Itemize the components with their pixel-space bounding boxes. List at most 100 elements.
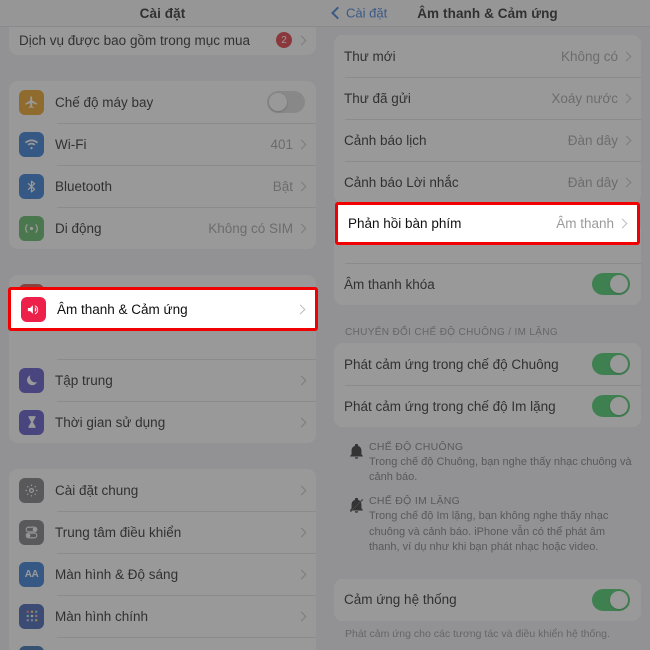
haptics-silent-mode-toggle[interactable] bbox=[592, 395, 630, 417]
chevron-left-icon bbox=[331, 6, 344, 20]
chevron-right-icon bbox=[296, 417, 307, 427]
display-brightness-label: Màn hình & Độ sáng bbox=[55, 566, 179, 582]
highlight-box-keyboard-feedback[interactable]: Phản hồi bàn phím Âm thanh bbox=[335, 202, 640, 245]
list-item-lock-sound[interactable]: Âm thanh khóa bbox=[334, 263, 641, 305]
list-item-haptics-silent-mode[interactable]: Phát cảm ứng trong chế độ Im lặng bbox=[334, 385, 641, 427]
focus-label: Tập trung bbox=[55, 372, 113, 388]
list-item-cellular[interactable]: Di động Không có SIM bbox=[9, 207, 316, 249]
status-badge: 2 bbox=[276, 32, 292, 48]
info-ring-text: Trong chế độ Chuông, bạn nghe thấy nhạc … bbox=[369, 456, 632, 484]
list-item-keyboard-feedback[interactable]: Phản hồi bàn phím Âm thanh bbox=[338, 205, 637, 242]
list-item-bluetooth[interactable]: Bluetooth Bật bbox=[9, 165, 316, 207]
sent-mail-value: Xoáy nước bbox=[551, 90, 618, 106]
calendar-alerts-label: Cảnh báo lịch bbox=[344, 132, 427, 148]
chevron-right-icon bbox=[296, 223, 307, 233]
left-page-title: Cài đặt bbox=[139, 5, 186, 21]
list-item-control-center[interactable]: Trung tâm điều khiển bbox=[9, 511, 316, 553]
bluetooth-icon bbox=[19, 173, 44, 199]
system-haptics-card: Cảm ứng hệ thống bbox=[334, 578, 641, 621]
highlight-box-sounds-haptics[interactable]: Âm thanh & Cảm ứng bbox=[8, 287, 318, 331]
list-item-general[interactable]: Cài đặt chung bbox=[9, 469, 316, 511]
general-label: Cài đặt chung bbox=[55, 482, 139, 498]
new-mail-value: Không có bbox=[560, 48, 618, 64]
system-haptics-label: Cảm ứng hệ thống bbox=[344, 592, 457, 608]
list-item-sent-mail[interactable]: Thư đã gửi Xoáy nước bbox=[334, 77, 641, 119]
chevron-right-icon bbox=[617, 218, 628, 229]
list-item-reminder-alerts[interactable]: Cảnh báo Lời nhắc Đàn dây bbox=[334, 161, 641, 203]
included-services-label: Dịch vụ được bao gồm trong mục mua bbox=[19, 32, 250, 48]
chevron-right-icon bbox=[621, 93, 632, 103]
moon-focus-icon bbox=[19, 367, 44, 393]
bluetooth-label: Bluetooth bbox=[55, 178, 113, 194]
home-screen-icon bbox=[19, 603, 44, 629]
wifi-value: 401 bbox=[270, 136, 293, 152]
accessibility-icon bbox=[19, 645, 44, 650]
home-screen-label: Màn hình chính bbox=[55, 608, 149, 624]
list-item-accessibility[interactable]: Trợ năng bbox=[9, 637, 316, 650]
screen-time-label: Thời gian sử dụng bbox=[55, 414, 166, 430]
chevron-right-icon bbox=[296, 375, 307, 385]
cellular-value: Không có SIM bbox=[208, 220, 293, 236]
connectivity-card: Chế độ máy bay Wi-Fi 401 Bluetooth Bật D… bbox=[9, 81, 316, 249]
gear-icon bbox=[19, 477, 44, 503]
haptics-silent-mode-label: Phát cảm ứng trong chế độ Im lặng bbox=[344, 398, 556, 414]
airplane-mode-toggle[interactable] bbox=[267, 91, 305, 113]
right-scroll-area[interactable]: Thư mới Không có Thư đã gửi Xoáy nước Cả… bbox=[325, 27, 650, 650]
control-center-icon bbox=[19, 519, 44, 545]
haptics-ring-mode-toggle[interactable] bbox=[592, 353, 630, 375]
list-item-home-screen[interactable]: Màn hình chính bbox=[9, 595, 316, 637]
back-button[interactable]: Cài đặt bbox=[331, 6, 387, 21]
info-silent-text: Trong chế độ Im lặng, bạn không nghe thấ… bbox=[369, 510, 609, 553]
sounds-card: Thư mới Không có Thư đã gửi Xoáy nước Cả… bbox=[334, 35, 641, 203]
bell-slash-icon bbox=[343, 495, 369, 555]
right-navbar: Cài đặt Âm thanh & Cảm ứng bbox=[325, 0, 650, 27]
list-item-screen-time[interactable]: Thời gian sử dụng bbox=[9, 401, 316, 443]
list-item-airplane-mode[interactable]: Chế độ máy bay bbox=[9, 81, 316, 123]
list-item-system-haptics[interactable]: Cảm ứng hệ thống bbox=[334, 578, 641, 621]
lock-sound-label: Âm thanh khóa bbox=[344, 276, 435, 292]
info-silent-title: CHẾ ĐỘ IM LẶNG bbox=[369, 495, 461, 508]
list-item-new-mail[interactable]: Thư mới Không có bbox=[334, 35, 641, 77]
left-scroll-area[interactable]: Dịch vụ được bao gồm trong mục mua 2 Chế… bbox=[0, 13, 325, 650]
ring-silent-section-header: CHUYỂN ĐỔI CHẾ ĐỘ CHUÔNG / IM LẶNG bbox=[345, 327, 559, 338]
sounds-haptics-label: Âm thanh & Cảm ứng bbox=[57, 301, 188, 317]
cellular-icon bbox=[19, 215, 44, 241]
info-block-ring-body: CHẾ ĐỘ CHUÔNG Trong chế độ Chuông, bạn n… bbox=[369, 441, 634, 485]
bluetooth-value: Bật bbox=[272, 178, 293, 194]
info-block-silent-mode: CHẾ ĐỘ IM LẶNG Trong chế độ Im lặng, bạn… bbox=[325, 495, 650, 555]
ring-silent-card: Phát cảm ứng trong chế độ Chuông Phát cả… bbox=[334, 343, 641, 427]
list-item-wifi[interactable]: Wi-Fi 401 bbox=[9, 123, 316, 165]
list-item-calendar-alerts[interactable]: Cảnh báo lịch Đàn dây bbox=[334, 119, 641, 161]
list-item-display-brightness[interactable]: AA Màn hình & Độ sáng bbox=[9, 553, 316, 595]
display-brightness-icon: AA bbox=[19, 561, 44, 587]
chevron-right-icon bbox=[296, 485, 307, 495]
right-page-title: Âm thanh & Cảm ứng bbox=[417, 5, 558, 21]
info-ring-title: CHẾ ĐỘ CHUÔNG bbox=[369, 441, 464, 453]
cellular-label: Di động bbox=[55, 220, 102, 236]
sound-speaker-icon bbox=[21, 296, 46, 322]
list-item-focus[interactable]: Tập trung bbox=[9, 359, 316, 401]
list-item-haptics-ring-mode[interactable]: Phát cảm ứng trong chế độ Chuông bbox=[334, 343, 641, 385]
keyboard-feedback-value: Âm thanh bbox=[556, 216, 614, 231]
calendar-alerts-value: Đàn dây bbox=[567, 132, 618, 148]
reminder-alerts-label: Cảnh báo Lời nhắc bbox=[344, 174, 459, 190]
bell-icon bbox=[343, 441, 369, 485]
system-card: Cài đặt chung Trung tâm điều khiển AA Mà… bbox=[9, 469, 316, 650]
keyboard-feedback-label: Phản hồi bàn phím bbox=[348, 216, 462, 231]
control-center-label: Trung tâm điều khiển bbox=[55, 524, 182, 540]
chevron-right-icon bbox=[296, 527, 307, 537]
chevron-right-icon bbox=[621, 135, 632, 145]
wifi-label: Wi-Fi bbox=[55, 136, 87, 152]
airplane-mode-label: Chế độ máy bay bbox=[55, 94, 154, 110]
wifi-icon bbox=[19, 131, 44, 157]
right-panel-sounds-haptics: Cài đặt Âm thanh & Cảm ứng Thư mới Không… bbox=[325, 0, 650, 650]
lock-sound-toggle[interactable] bbox=[592, 273, 630, 295]
system-haptics-toggle[interactable] bbox=[592, 588, 630, 611]
list-item-sounds-haptics[interactable]: Âm thanh & Cảm ứng bbox=[11, 290, 315, 328]
chevron-right-icon bbox=[295, 304, 306, 314]
chevron-right-icon bbox=[296, 35, 307, 45]
chevron-right-icon bbox=[621, 51, 632, 61]
system-haptics-footnote: Phát cảm ứng cho các tương tác và điều k… bbox=[345, 627, 610, 640]
chevron-right-icon bbox=[296, 139, 307, 149]
right-panel-content: Cài đặt Âm thanh & Cảm ứng Thư mới Không… bbox=[325, 0, 650, 650]
